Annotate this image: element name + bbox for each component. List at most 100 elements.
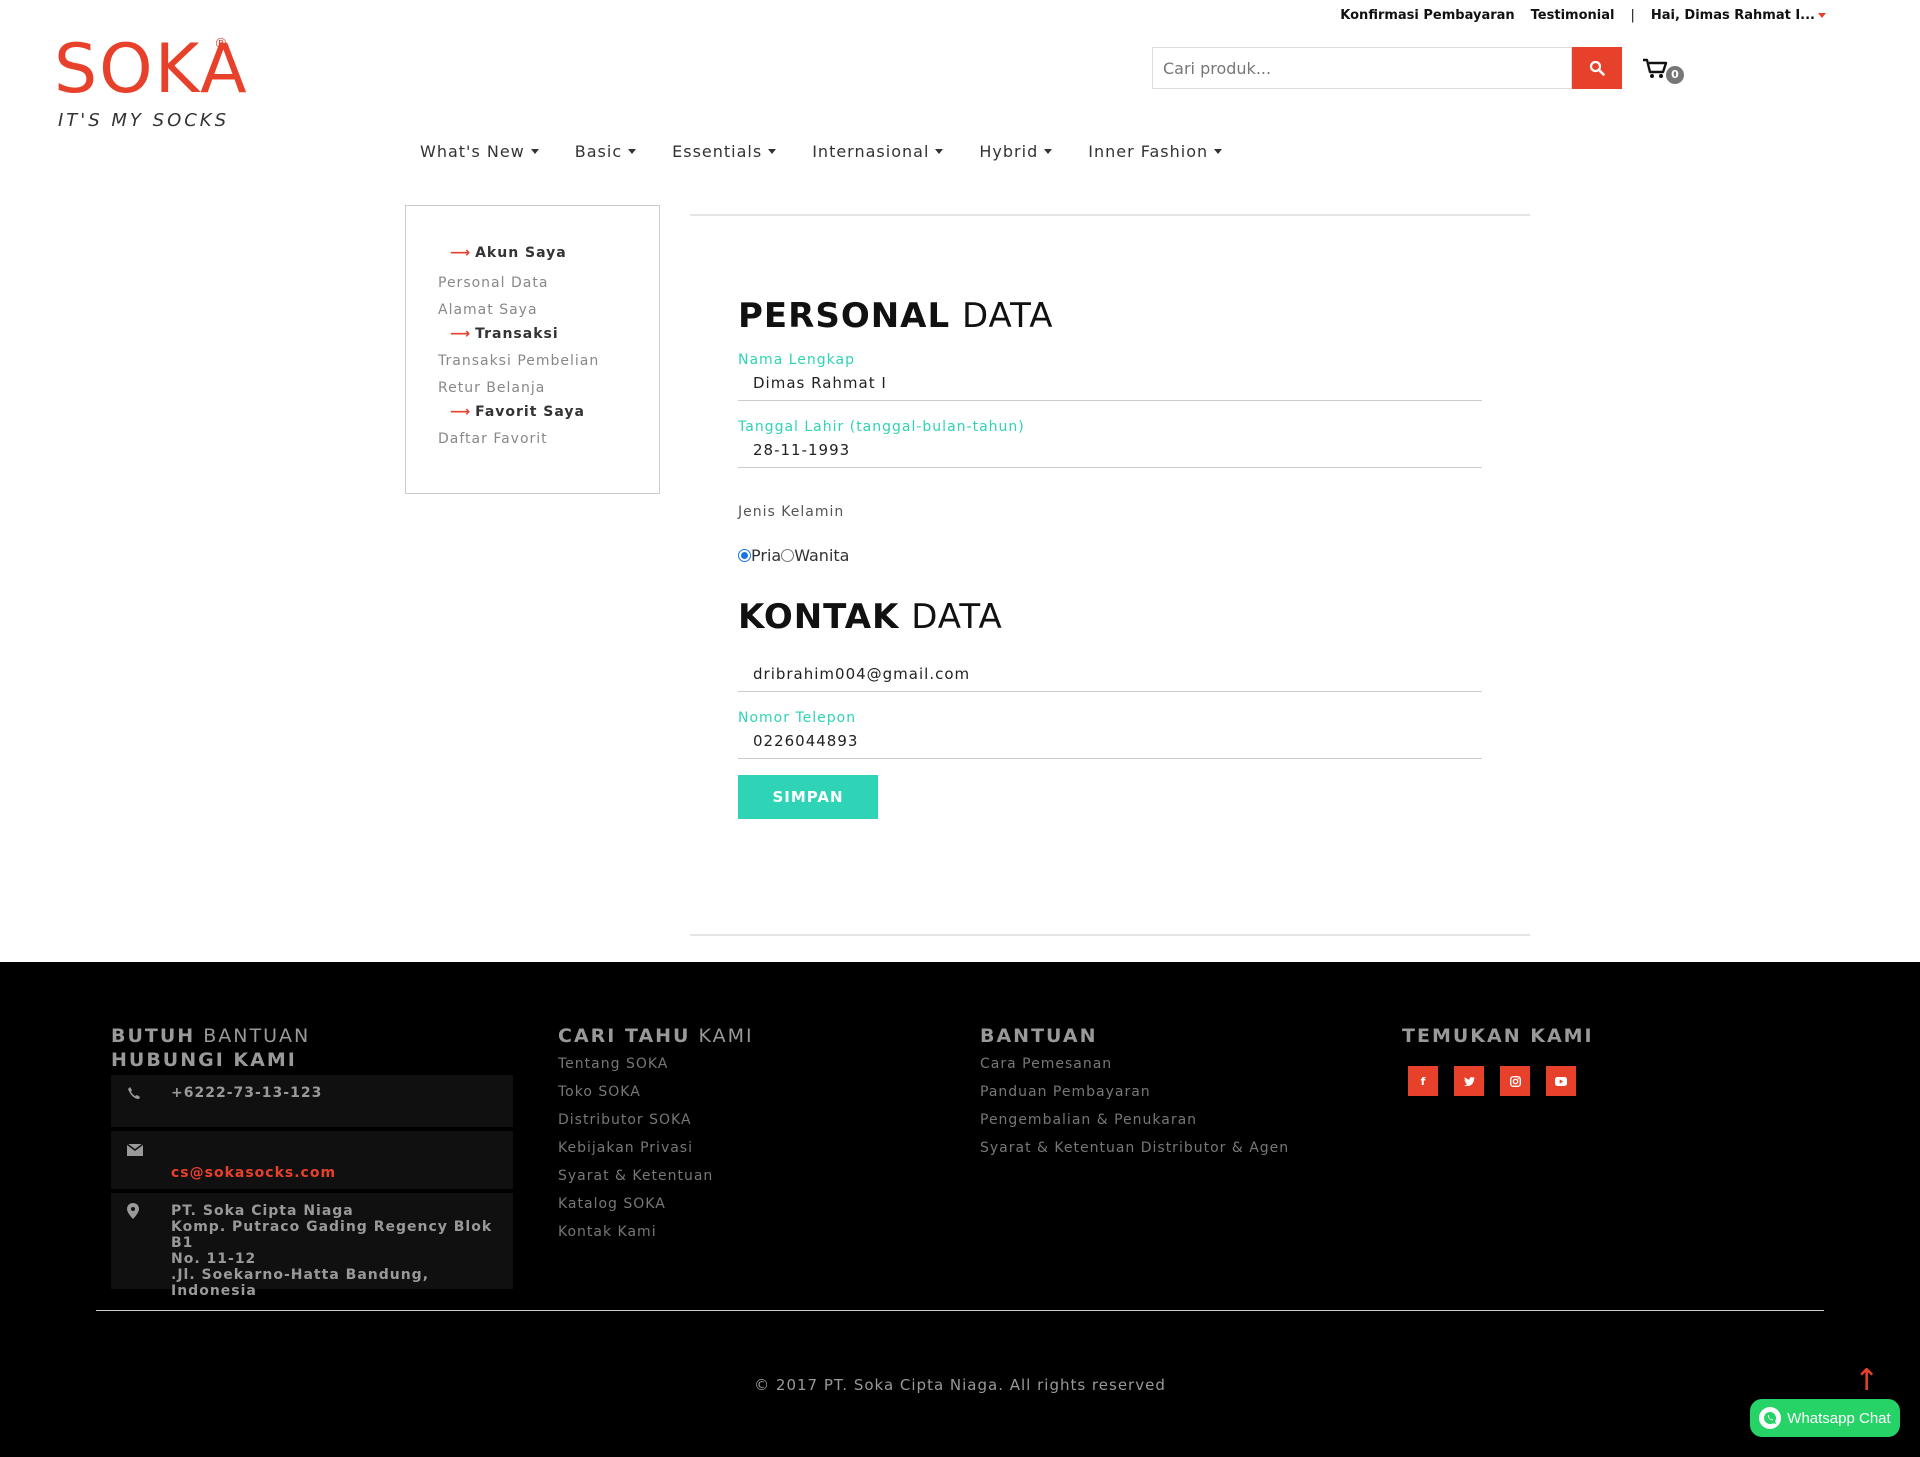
radio-wanita-label: Wanita: [794, 546, 850, 565]
radio-pria-label: Pria: [751, 546, 782, 565]
sidebar-heading-label: Transaksi: [475, 326, 559, 342]
nav-item-basic[interactable]: Basic: [574, 142, 637, 161]
footer-link[interactable]: Katalog SOKA: [558, 1190, 754, 1218]
address-line: Komp. Putraco Gading Regency Blok B1: [171, 1219, 493, 1251]
footer-about-title: CARI TAHU KAMI: [558, 1024, 754, 1048]
footer-contact-subtitle: HUBUNGI KAMI: [111, 1049, 297, 1071]
footer-contact-title: BUTUH BANTUAN: [111, 1024, 310, 1048]
nama-lengkap-field[interactable]: Nama Lengkap Dimas Rahmat I: [738, 352, 1482, 401]
nav-label: What's New: [420, 142, 525, 161]
footer-link[interactable]: Distributor SOKA: [558, 1106, 754, 1134]
sidebar-heading-label: Akun Saya: [475, 245, 567, 261]
social-links: f: [1408, 1066, 1576, 1096]
sidebar-item-retur-belanja[interactable]: Retur Belanja: [438, 376, 659, 400]
scroll-to-top-icon[interactable]: ↑: [1854, 1366, 1879, 1396]
nama-lengkap-value[interactable]: Dimas Rahmat I: [738, 368, 1482, 400]
footer-link[interactable]: Syarat & Ketentuan: [558, 1162, 754, 1190]
personal-data-title: PERSONAL DATA: [738, 296, 1482, 352]
email-field[interactable]: dribrahim004@gmail.com: [738, 659, 1482, 692]
sidebar-heading-transaksi: ⟶ Transaksi: [450, 322, 659, 346]
footer-link[interactable]: Panduan Pembayaran: [980, 1078, 1289, 1106]
search-button[interactable]: [1572, 47, 1622, 89]
instagram-icon[interactable]: [1500, 1066, 1530, 1096]
caret-down-icon: [1044, 149, 1053, 154]
address-line: No. 11-12: [171, 1251, 257, 1267]
footer: BUTUH BANTUAN HUBUNGI KAMI +6222-73-13-1…: [0, 962, 1920, 1457]
copyright: © 2017 PT. Soka Cipta Niaga. All rights …: [754, 1376, 1166, 1394]
nav-item-hybrid[interactable]: Hybrid: [979, 142, 1053, 161]
nav-item-inner-fashion[interactable]: Inner Fashion: [1088, 142, 1223, 161]
logo[interactable]: SOKA ® IT'S MY SOCKS: [54, 36, 247, 136]
sidebar-item-transaksi-pembelian[interactable]: Transaksi Pembelian: [438, 346, 659, 376]
map-pin-icon: [127, 1203, 171, 1279]
footer-help-title: BANTUAN: [980, 1025, 1098, 1047]
nomor-telepon-label: Nomor Telepon: [738, 710, 857, 726]
nav-label: Basic: [574, 142, 623, 161]
user-menu[interactable]: Hai, Dimas Rahmat I...: [1651, 8, 1826, 23]
tanggal-lahir-field[interactable]: Tanggal Lahir (tanggal-bulan-tahun) 28-1…: [738, 419, 1482, 468]
caret-down-icon: [628, 149, 637, 154]
envelope-icon: [126, 1141, 171, 1179]
email-link[interactable]: cs@sokasocks.com: [171, 1141, 336, 1181]
nav-label: Hybrid: [979, 142, 1039, 161]
jenis-kelamin-label: Jenis Kelamin: [738, 504, 845, 520]
email-value[interactable]: dribrahim004@gmail.com: [738, 659, 1482, 691]
footer-link[interactable]: Pengembalian & Penukaran: [980, 1106, 1289, 1134]
phone-number[interactable]: +6222-73-13-123: [171, 1085, 322, 1101]
divider-top: [690, 214, 1530, 216]
nav-label: Internasional: [812, 142, 930, 161]
nav-label: Essentials: [672, 142, 763, 161]
search-icon: [1589, 60, 1605, 76]
footer-link[interactable]: Tentang SOKA: [558, 1050, 754, 1078]
arrow-right-icon: ⟶: [450, 326, 472, 342]
sidebar-item-personal-data[interactable]: Personal Data: [438, 268, 659, 298]
testimonial-link[interactable]: Testimonial: [1531, 8, 1615, 23]
title-light: DATA: [911, 597, 1003, 637]
nomor-telepon-field[interactable]: Nomor Telepon 0226044893: [738, 710, 1482, 759]
footer-divider: [96, 1310, 1824, 1311]
radio-wanita[interactable]: [781, 549, 795, 562]
simpan-button[interactable]: SIMPAN: [738, 775, 878, 819]
whatsapp-chat-button[interactable]: Whatsapp Chat: [1750, 1399, 1900, 1437]
caret-down-icon: [1818, 13, 1826, 18]
facebook-icon[interactable]: f: [1408, 1066, 1438, 1096]
title-bold: KONTAK: [738, 597, 900, 637]
divider-bottom: [690, 934, 1530, 936]
footer-link[interactable]: Toko SOKA: [558, 1078, 754, 1106]
footer-link[interactable]: Syarat & Ketentuan Distributor & Agen: [980, 1134, 1289, 1162]
address-block: PT. Soka Cipta Niaga Komp. Putraco Gadin…: [171, 1203, 497, 1299]
tanggal-lahir-value[interactable]: 28-11-1993: [738, 435, 1482, 467]
account-sidebar: ⟶ Akun Saya Personal Data Alamat Saya ⟶ Tr…: [405, 205, 660, 494]
sidebar-item-daftar-favorit[interactable]: Daftar Favorit: [438, 424, 659, 454]
sidebar-item-alamat-saya[interactable]: Alamat Saya: [438, 298, 659, 322]
footer-col-help: BANTUAN Cara Pemesanan Panduan Pembayara…: [980, 1024, 1289, 1162]
footer-link[interactable]: Kontak Kami: [558, 1218, 754, 1246]
nav-item-internasional[interactable]: Internasional: [812, 142, 944, 161]
title-bold: CARI TAHU: [558, 1025, 691, 1047]
footer-social-title: TEMUKAN KAMI: [1402, 1025, 1594, 1047]
nav-item-whats-new[interactable]: What's New: [420, 142, 539, 161]
gender-radio-group: Pria Wanita: [738, 546, 1482, 565]
footer-col-about: CARI TAHU KAMI Tentang SOKA Toko SOKA Di…: [558, 1024, 754, 1246]
phone-icon: [127, 1085, 171, 1104]
cart-icon: [1643, 58, 1668, 78]
sidebar-heading-label: Favorit Saya: [475, 404, 585, 420]
caret-down-icon: [1214, 149, 1223, 154]
twitter-icon[interactable]: [1454, 1066, 1484, 1096]
tanggal-lahir-label: Tanggal Lahir (tanggal-bulan-tahun): [738, 419, 1025, 435]
caret-down-icon: [530, 149, 539, 154]
footer-link[interactable]: Kebijakan Privasi: [558, 1134, 754, 1162]
youtube-icon[interactable]: [1546, 1066, 1576, 1096]
nomor-telepon-value[interactable]: 0226044893: [738, 726, 1482, 758]
footer-link[interactable]: Cara Pemesanan: [980, 1050, 1289, 1078]
cart-button[interactable]: 0: [1642, 58, 1688, 84]
nav-item-essentials[interactable]: Essentials: [672, 142, 777, 161]
phone-row: +6222-73-13-123: [111, 1075, 513, 1127]
profile-form: PERSONAL DATA Nama Lengkap Dimas Rahmat …: [738, 296, 1482, 819]
konfirmasi-pembayaran-link[interactable]: Konfirmasi Pembayaran: [1340, 8, 1514, 23]
top-bar: Konfirmasi Pembayaran Testimonial | Hai,…: [1340, 8, 1826, 23]
search-input[interactable]: [1152, 47, 1572, 89]
title-bold: BUTUH: [111, 1025, 196, 1047]
email-row: cs@sokasocks.com: [111, 1131, 513, 1189]
radio-pria[interactable]: [738, 549, 751, 562]
